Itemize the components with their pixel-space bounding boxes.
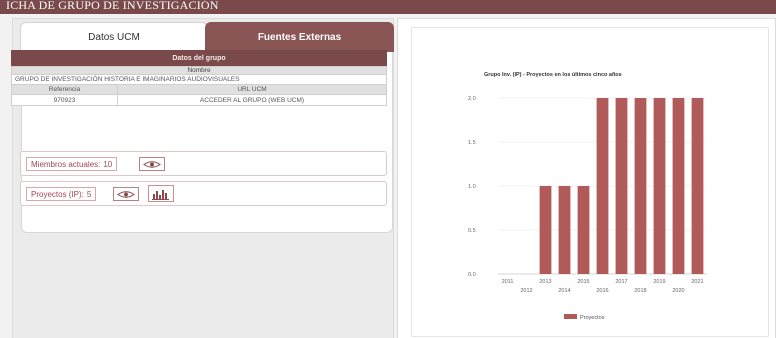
y-tick-label: 0.5 xyxy=(468,228,476,234)
group-section-title: Datos del grupo xyxy=(11,50,387,66)
projects-chart: Grupo Inv. (IP) - Proyectos en los últim… xyxy=(468,72,707,321)
bar-2016[interactable] xyxy=(596,98,609,274)
x-tick-label: 2021 xyxy=(691,279,703,285)
tab-fuentes-externas[interactable]: Fuentes Externas xyxy=(205,22,394,52)
x-tick-label: 2015 xyxy=(577,279,589,285)
x-tick-label: 2019 xyxy=(653,279,665,285)
tab-datos-ucm[interactable]: Datos UCM xyxy=(20,22,208,52)
ref-url-header-row: Referencia URL UCM xyxy=(11,85,387,95)
y-tick-label: 1.0 xyxy=(468,184,476,190)
x-tick-label: 2011 xyxy=(502,279,514,285)
bar-2017[interactable] xyxy=(615,98,628,274)
view-projects-button[interactable] xyxy=(113,187,139,201)
page-title: ICHA DE GRUPO DE INVESTIGACIÓN xyxy=(6,0,219,12)
x-tick-label: 2012 xyxy=(520,288,532,294)
bar-2015[interactable] xyxy=(577,186,590,274)
url-header: URL UCM xyxy=(237,86,267,93)
group-web-link[interactable]: ACCEDER AL GRUPO (WEB UCM) xyxy=(118,95,386,105)
chart-x-ticks: 2011 2012 2013 2014 2015 2016 2017 2018 2019 2020… xyxy=(502,279,704,294)
chart-legend: Proyectos xyxy=(564,314,605,321)
reference-header: Referencia xyxy=(12,85,118,94)
x-tick-label: 2016 xyxy=(596,288,608,294)
projects-chart-button[interactable] xyxy=(148,185,174,202)
projects-count: 5 xyxy=(86,189,92,199)
chart-frame: Grupo Inv. (IP) - Proyectos en los últim… xyxy=(411,27,769,337)
bar-2014[interactable] xyxy=(558,186,571,274)
name-header: Nombre xyxy=(11,66,387,75)
x-tick-label: 2020 xyxy=(672,288,684,294)
projects-label-text: Proyectos (IP): xyxy=(31,189,84,199)
bar-2018[interactable] xyxy=(634,98,647,274)
ref-url-row: 970923 ACCEDER AL GRUPO (WEB UCM) xyxy=(11,95,387,106)
group-data-table: Datos del grupo Nombre GRUPO DE INVESTIG… xyxy=(11,50,387,106)
y-tick-label: 2.0 xyxy=(468,96,476,102)
x-tick-label: 2017 xyxy=(615,279,627,285)
chart-bars xyxy=(539,98,704,274)
bar-2019[interactable] xyxy=(653,98,666,274)
members-label: Miembros actuales: 10 xyxy=(26,157,118,171)
chart-panel: Grupo Inv. (IP) - Proyectos en los últim… xyxy=(397,18,776,338)
x-tick-label: 2018 xyxy=(634,288,646,294)
x-tick-label: 2013 xyxy=(539,279,551,285)
projects-label: Proyectos (IP): 5 xyxy=(26,187,97,201)
group-name: GRUPO DE INVESTIGACIÓN HISTORIA E IMAGIN… xyxy=(11,75,387,85)
bar-2020[interactable] xyxy=(672,98,685,274)
members-label-text: Miembros actuales: xyxy=(31,159,101,169)
x-tick-label: 2014 xyxy=(558,288,570,294)
bar-chart-icon xyxy=(152,189,169,200)
chart-y-ticks: 0.0 0.5 1.0 1.5 2.0 xyxy=(468,96,476,278)
page-header-bar: ICHA DE GRUPO DE INVESTIGACIÓN xyxy=(0,0,776,14)
y-tick-label: 1.5 xyxy=(468,140,476,146)
eye-icon xyxy=(143,160,161,168)
legend-swatch xyxy=(564,314,577,319)
members-box: Miembros actuales: 10 xyxy=(20,151,387,176)
chart-title: Grupo Inv. (IP) - Proyectos en los últim… xyxy=(484,72,622,78)
y-tick-label: 0.0 xyxy=(468,272,476,278)
legend-label: Proyectos xyxy=(580,315,605,321)
members-count: 10 xyxy=(103,159,113,169)
view-members-button[interactable] xyxy=(139,157,165,171)
projects-box: Proyectos (IP): 5 xyxy=(20,181,387,206)
eye-icon xyxy=(117,190,135,198)
reference-value: 970923 xyxy=(12,95,118,105)
bar-2021[interactable] xyxy=(691,98,704,274)
bar-2013[interactable] xyxy=(539,186,552,274)
